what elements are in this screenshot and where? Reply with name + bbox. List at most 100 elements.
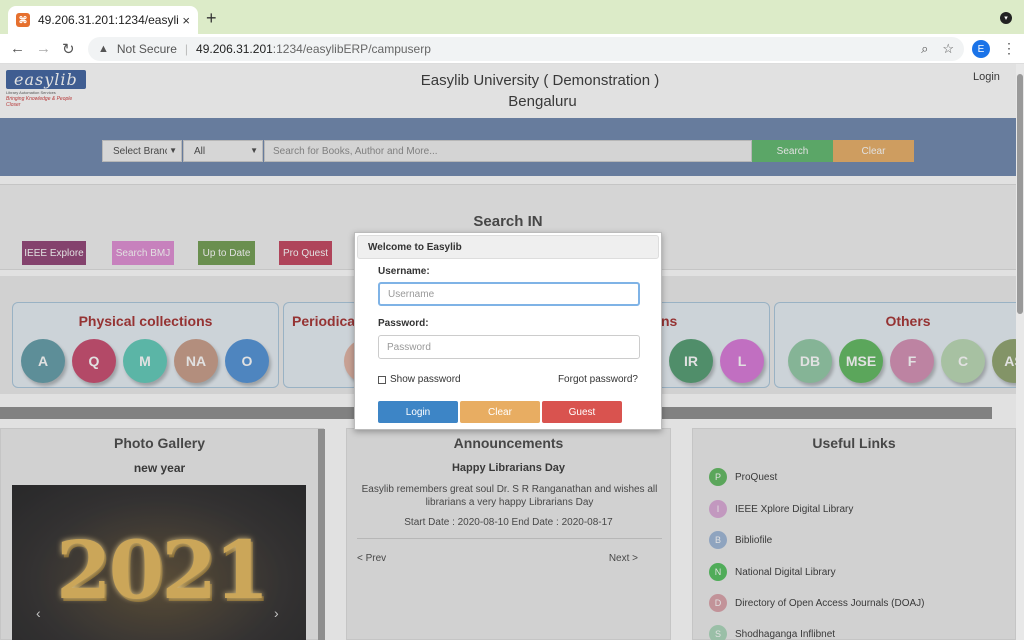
link-initial-badge: D [709,594,727,612]
clear-button[interactable]: Clear [460,401,540,423]
collection-circle[interactable]: Q [72,339,116,383]
search-input[interactable]: Search for Books, Author and More... [264,140,752,162]
collection-circle[interactable]: A [21,339,65,383]
username-input[interactable]: Username [378,282,640,306]
pro-quest-button[interactable]: Pro Quest [279,241,332,265]
useful-links-title: Useful Links [812,435,896,451]
collection-circle[interactable]: DB [788,339,832,383]
reload-icon[interactable]: ↻ [62,40,75,58]
collection-circle[interactable]: L [720,339,764,383]
useful-links-panel: Useful Links P ProQuest I IEEE Xplore Di… [692,428,1016,640]
zoom-icon[interactable]: ⌕ [921,41,928,57]
url-path: :1234/easylibERP/campuserp [272,42,431,56]
link-label: Shodhaganga Inflibnet [735,628,836,640]
useful-link-ieee[interactable]: I IEEE Xplore Digital Library [709,499,853,519]
username-label: Username: [378,266,430,277]
announcement-dates: Start Date : 2020-08-10 End Date : 2020-… [404,517,613,528]
link-label: ProQuest [735,471,778,483]
periodicals-title: Periodica [292,313,356,329]
site-header: easylib Library Automation Services Brin… [0,64,1016,118]
browser-tab-bar: ⌘ 49.206.31.201:1234/easylibERP/campuser… [0,0,1024,34]
link-label: Directory of Open Access Journals (DOAJ) [735,597,925,609]
collection-circle[interactable]: F [890,339,934,383]
tab-search-icon[interactable]: ▾ [1000,12,1012,24]
gallery-year-text: 2021 [56,523,270,617]
separator: | [184,42,189,56]
university-name: Easylib University ( Demonstration ) [420,72,660,89]
search-in-title: Search IN [473,213,543,230]
xampp-icon: ⌘ [16,13,30,27]
url-host: 49.206.31.201 [196,42,273,56]
announcement-body: Easylib remembers great soul Dr. S R Ran… [361,484,658,508]
forward-arrow-icon[interactable]: → [36,40,51,57]
password-input[interactable]: Password [378,335,640,359]
search-band: Select Branch ▼ All ▼ Search for Books, … [0,118,1016,176]
category-select[interactable]: All ▼ [183,140,263,162]
header-login-link[interactable]: Login [973,71,1000,83]
browser-tab[interactable]: ⌘ 49.206.31.201:1234/easylibERP/campuser… [8,6,198,34]
collection-circle[interactable]: C [941,339,985,383]
link-initial-badge: S [709,625,727,640]
gallery-subtitle: new year [133,461,186,475]
browser-menu-icon[interactable]: ⋮ [1002,40,1016,57]
url-field[interactable]: ▲ Not Secure | 49.206.31.201 :1234/easyl… [88,37,964,61]
close-tab-icon[interactable]: × [182,13,190,28]
useful-link-doaj[interactable]: D Directory of Open Access Journals (DOA… [709,593,925,613]
announcement-headline: Happy Librarians Day [451,462,566,474]
show-password-checkbox[interactable] [378,375,386,384]
gallery-prev-icon[interactable]: ‹ [36,605,41,621]
link-initial-badge: B [709,531,727,549]
clear-search-button[interactable]: Clear [833,140,914,162]
login-modal: Welcome to Easylib Username: Username Pa… [354,232,662,430]
collection-circle[interactable]: MSE [839,339,883,383]
back-arrow-icon[interactable]: ← [10,40,25,57]
periodicals-card: Periodica [283,302,388,388]
photo-gallery-title: Photo Gallery [113,435,206,451]
link-label: IEEE Xplore Digital Library [735,503,854,515]
collection-circle[interactable]: O [225,339,269,383]
gallery-scrollbar[interactable] [318,429,325,640]
search-bmj-button[interactable]: Search BMJ [112,241,174,265]
collection-circle[interactable]: IR [669,339,713,383]
announcement-prev-link[interactable]: < Prev [357,553,386,564]
divider [357,538,662,539]
page-scrollbar-thumb[interactable] [1017,74,1023,314]
branch-select[interactable]: Select Branch ▼ [102,140,182,162]
address-bar: ← → ↻ ▲ Not Secure | 49.206.31.201 :1234… [0,34,1024,64]
show-password-toggle[interactable]: Show password [378,374,461,385]
branch-select-value: Select Branch [113,145,167,157]
link-initial-badge: P [709,468,727,486]
guest-button[interactable]: Guest [542,401,622,423]
collection-circle[interactable]: M [123,339,167,383]
university-city: Bengaluru [508,93,577,110]
chevron-down-icon: ▼ [169,146,177,155]
collection-circle[interactable]: NA [174,339,218,383]
category-select-value: All [194,145,206,157]
show-password-label: Show password [390,374,461,385]
modal-title: Welcome to Easylib [357,235,659,259]
new-tab-button[interactable]: + [206,9,217,27]
link-initial-badge: N [709,563,727,581]
up-to-date-button[interactable]: Up to Date [198,241,255,265]
useful-link-ndl[interactable]: N National Digital Library [709,562,836,582]
warning-icon: ▲ [98,43,109,55]
profile-avatar[interactable]: E [972,40,990,58]
login-button[interactable]: Login [378,401,458,423]
tab-title: 49.206.31.201:1234/easylibERP/campuserp [38,13,178,27]
link-initial-badge: I [709,500,727,518]
forgot-password-link[interactable]: Forgot password? [558,374,638,385]
ieee-explore-button[interactable]: IEEE Explore [22,241,86,265]
search-button[interactable]: Search [752,140,833,162]
announcement-next-link[interactable]: Next > [609,553,638,564]
useful-link-bibliofile[interactable]: B Bibliofile [709,530,772,550]
gallery-next-icon[interactable]: › [274,605,279,621]
bookmark-star-icon[interactable]: ☆ [942,41,954,57]
photo-gallery-panel: Photo Gallery new year 2021 ‹ › [0,428,325,640]
physical-collections-title: Physical collections [78,313,213,329]
others-card: Others DB MSE F C AS [774,302,1024,388]
useful-link-shodhaganga[interactable]: S Shodhaganga Inflibnet [709,624,835,640]
physical-collections-card: Physical collections A Q M NA O [12,302,279,388]
link-label: Bibliofile [735,534,773,546]
not-secure-label: Not Secure [116,42,177,56]
useful-link-proquest[interactable]: P ProQuest [709,467,777,487]
